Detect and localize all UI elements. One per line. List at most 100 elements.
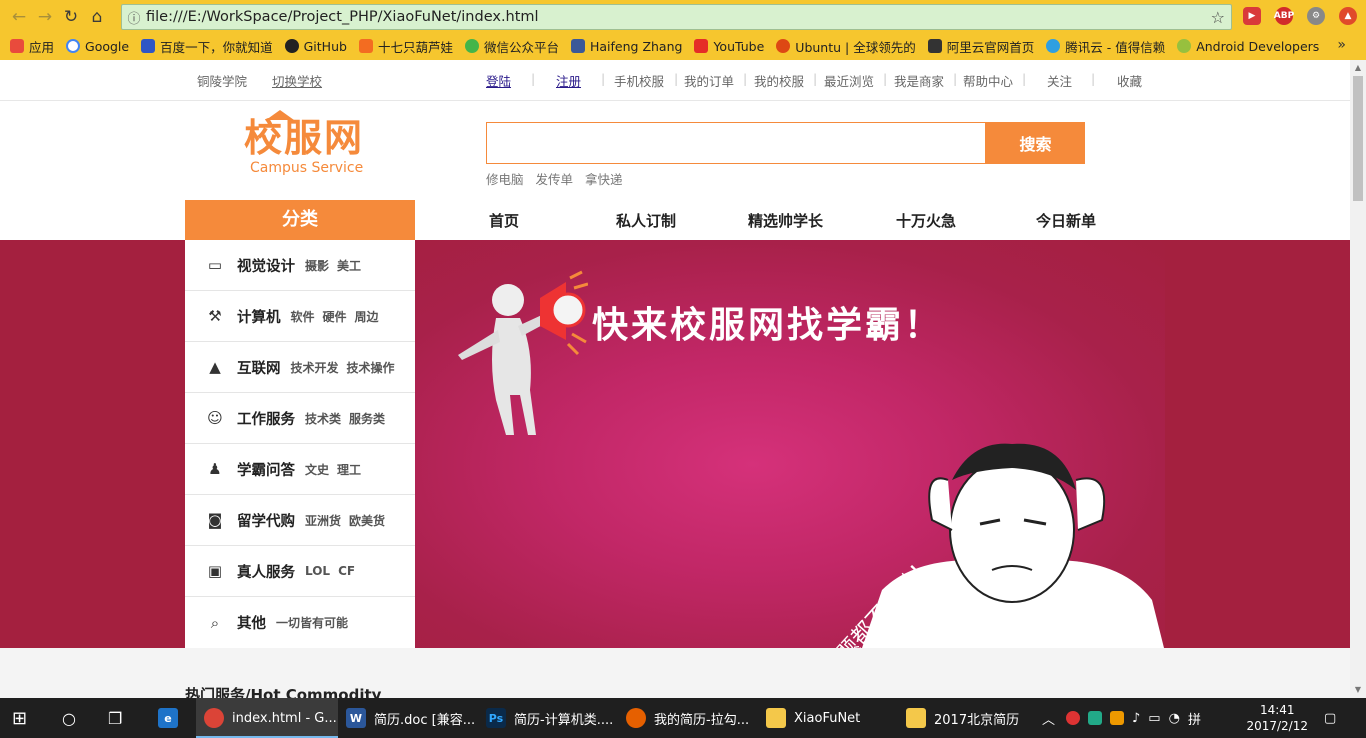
recent-views-link[interactable]: 最近浏览	[824, 71, 874, 90]
bookmark-baidu[interactable]: 百度一下，你就知道	[141, 37, 273, 56]
logo-cn: 校服网	[244, 116, 365, 160]
subcategory-link[interactable]: 技术操作	[347, 359, 395, 376]
subcategory-link[interactable]: 周边	[355, 308, 379, 325]
subcategory-link[interactable]: 亚洲货	[305, 512, 341, 529]
subcategory-link[interactable]: 软件	[291, 308, 315, 325]
taskbar-folder-resume[interactable]: 2017北京简历	[898, 698, 1038, 738]
search-button[interactable]: 搜索	[986, 122, 1085, 164]
baidu-icon	[141, 39, 156, 53]
bookmark-tencent-cloud[interactable]: 腾讯云 - 值得信赖	[1046, 37, 1165, 56]
mobile-link[interactable]: 手机校服	[614, 71, 664, 90]
bookmark-gourd[interactable]: 十七只葫芦娃	[358, 37, 453, 56]
subcategory-link[interactable]: 理工	[337, 461, 361, 478]
nav-urgent[interactable]: 十万火急	[896, 210, 956, 231]
adblock-icon[interactable]: ABP	[1274, 7, 1294, 25]
category-item-computer[interactable]: ⚒ 计算机 软件 硬件 周边	[185, 291, 415, 342]
bookmark-facebook[interactable]: Haifeng Zhang	[570, 39, 682, 54]
task-view-button[interactable]: ❐	[108, 698, 122, 738]
wifi-icon[interactable]: ◔	[1169, 711, 1180, 726]
subcategory-link[interactable]: 一切皆有可能	[276, 614, 348, 631]
address-bar[interactable]: ⓘ file:///E:/WorkSpace/Project_PHP/XiaoF…	[121, 4, 1232, 30]
scroll-up-icon[interactable]: ▲	[1350, 60, 1366, 76]
start-button[interactable]: ⊞	[12, 698, 27, 738]
ime-icon[interactable]: 拼	[1188, 709, 1201, 728]
scroll-down-icon[interactable]: ▼	[1350, 682, 1366, 698]
taskbar-photoshop[interactable]: Ps 简历-计算机类....	[478, 698, 618, 738]
hot-word-link[interactable]: 拿快递	[585, 172, 623, 187]
subcategory-link[interactable]: 技术开发	[291, 359, 339, 376]
favorite-link[interactable]: 收藏	[1117, 71, 1142, 90]
register-link[interactable]: 注册	[556, 71, 581, 90]
subcategory-link[interactable]: LOL	[305, 564, 330, 578]
category-item-shopping[interactable]: ◙ 留学代购 亚洲货 欧美货	[185, 495, 415, 546]
edge-button[interactable]: e	[158, 698, 186, 738]
taskbar-folder-xiaofunet[interactable]: XiaoFuNet	[758, 698, 898, 738]
bookmarks-more-button[interactable]: »	[1337, 37, 1346, 53]
my-xiaofu-link[interactable]: 我的校服	[754, 71, 804, 90]
firefox-icon	[626, 708, 646, 728]
site-logo[interactable]: 校服网 Campus Service	[244, 110, 365, 176]
page-scrollbar[interactable]: ▲ ▼	[1350, 60, 1366, 698]
tray-app-icon[interactable]	[1088, 711, 1102, 725]
switch-school-link[interactable]: 切换学校	[272, 71, 322, 90]
bookmark-aliyun[interactable]: 阿里云官网首页	[927, 37, 1034, 56]
extension-up-icon[interactable]: ▲	[1339, 7, 1357, 25]
hot-word-link[interactable]: 发传单	[536, 172, 574, 187]
back-button[interactable]: ←	[6, 4, 32, 30]
hot-word-link[interactable]: 修电脑	[486, 172, 524, 187]
tray-app-icon[interactable]	[1110, 711, 1124, 725]
category-item-work[interactable]: ☺ 工作服务 技术类 服务类	[185, 393, 415, 444]
info-icon[interactable]: ⓘ	[122, 8, 146, 27]
monitor-icon: ▭	[207, 256, 223, 274]
bookmark-github[interactable]: GitHub	[284, 39, 347, 54]
nav-home[interactable]: 首页	[489, 210, 519, 231]
subcategory-link[interactable]: 欧美货	[349, 512, 385, 529]
category-item-design[interactable]: ▭ 视觉设计 摄影 美工	[185, 240, 415, 291]
bookmark-star-icon[interactable]: ☆	[1211, 8, 1225, 27]
forward-button[interactable]: →	[32, 4, 58, 30]
category-item-live[interactable]: ▣ 真人服务 LOL CF	[185, 546, 415, 597]
volume-icon[interactable]: ♪	[1132, 711, 1140, 726]
battery-icon[interactable]: ▭	[1148, 711, 1160, 726]
taskbar-chrome[interactable]: index.html - G...	[196, 698, 338, 738]
taskbar-firefox[interactable]: 我的简历-拉勾...	[618, 698, 758, 738]
extension-gear-icon[interactable]: ⚙	[1307, 7, 1325, 25]
subcategory-link[interactable]: CF	[338, 564, 355, 578]
category-item-qa[interactable]: ♟ 学霸问答 文史 理工	[185, 444, 415, 495]
my-orders-link[interactable]: 我的订单	[684, 71, 734, 90]
extension-icon[interactable]: ▶	[1243, 7, 1261, 25]
merchant-link[interactable]: 我是商家	[894, 71, 944, 90]
reload-button[interactable]: ↻	[58, 4, 84, 30]
search-input[interactable]	[486, 122, 986, 164]
nav-custom[interactable]: 私人订制	[616, 210, 676, 231]
system-clock[interactable]: 14:41 2017/2/12	[1246, 702, 1308, 734]
nav-today[interactable]: 今日新单	[1036, 210, 1096, 231]
cortana-button[interactable]: ○	[62, 698, 76, 738]
tray-overflow-button[interactable]: ︿	[1042, 698, 1055, 738]
category-name: 计算机	[237, 309, 281, 326]
subcategory-link[interactable]: 美工	[337, 257, 361, 274]
nav-seniors[interactable]: 精选帅学长	[748, 210, 823, 231]
subcategory-link[interactable]: 硬件	[323, 308, 347, 325]
subcategory-link[interactable]: 服务类	[349, 410, 385, 427]
subcategory-link[interactable]: 文史	[305, 461, 329, 478]
subcategory-link[interactable]: 摄影	[305, 257, 329, 274]
category-item-internet[interactable]: ▲ 互联网 技术开发 技术操作	[185, 342, 415, 393]
help-center-link[interactable]: 帮助中心	[963, 71, 1013, 90]
home-button[interactable]: ⌂	[84, 4, 110, 30]
bookmark-youtube[interactable]: YouTube	[694, 39, 764, 54]
tray-app-icon[interactable]	[1066, 711, 1080, 725]
bookmark-android[interactable]: Android Developers	[1177, 39, 1319, 54]
bookmark-google[interactable]: Google	[66, 39, 129, 54]
bookmark-ubuntu[interactable]: Ubuntu | 全球领先的	[776, 37, 916, 56]
scroll-thumb[interactable]	[1353, 76, 1363, 201]
category-item-other[interactable]: ⌕ 其他 一切皆有可能	[185, 597, 415, 648]
subcategory-link[interactable]: 技术类	[305, 410, 341, 427]
bookmark-apps[interactable]: 应用	[10, 37, 54, 56]
action-center-button[interactable]: ▢	[1324, 698, 1336, 738]
follow-link[interactable]: 关注	[1047, 71, 1072, 90]
login-link[interactable]: 登陆	[486, 71, 511, 90]
bookmark-wechat[interactable]: 微信公众平台	[464, 37, 559, 56]
tray-icons[interactable]: ♪ ▭ ◔ 拼	[1066, 698, 1201, 738]
taskbar-word[interactable]: W 简历.doc [兼容...	[338, 698, 478, 738]
